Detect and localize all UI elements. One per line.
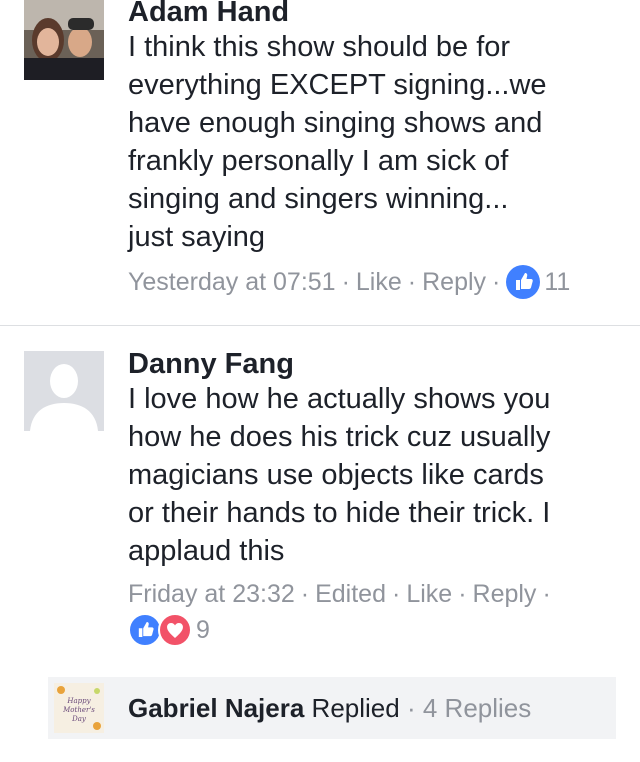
love-reaction-icon — [158, 612, 192, 647]
svg-text:Mother's: Mother's — [62, 706, 95, 714]
reply-verb: Replied — [311, 693, 400, 723]
edited-label[interactable]: Edited — [315, 577, 386, 611]
reaction-count: 9 — [196, 615, 210, 644]
avatar[interactable] — [24, 0, 104, 80]
comment-text: I think this show should be for everythi… — [128, 31, 547, 253]
svg-text:Happy: Happy — [66, 697, 91, 705]
comment-meta: Friday at 23:32 · Edited · Like · Reply · — [128, 576, 620, 611]
comment-author[interactable]: Danny Fang — [128, 348, 620, 380]
like-reaction-icon — [128, 612, 162, 647]
comment-divider — [0, 325, 640, 326]
comment-timestamp[interactable]: Friday at 23:32 — [128, 577, 295, 611]
reply-author-name[interactable]: Gabriel Najera — [128, 693, 304, 723]
avatar-photo — [24, 0, 104, 80]
comment-text: I love how he actually shows you how he … — [128, 383, 551, 567]
like-reaction-icon[interactable] — [506, 265, 541, 300]
reply-link[interactable]: Reply — [473, 577, 537, 611]
comment-author[interactable]: Adam Hand — [128, 0, 620, 28]
reply-separator: · — [406, 693, 416, 723]
like-link[interactable]: Like — [356, 265, 402, 299]
like-link[interactable]: Like — [406, 577, 452, 611]
reply-author-avatar: Happy Mother's Day — [54, 683, 104, 733]
reply-thread-bar[interactable]: Happy Mother's Day Gabriel Najera Replie… — [48, 677, 616, 739]
reply-summary[interactable]: Gabriel Najera Replied · 4 Replies — [128, 691, 531, 725]
avatar[interactable] — [24, 351, 104, 431]
comment-timestamp[interactable]: Yesterday at 07:51 — [128, 265, 336, 299]
reactions-row[interactable]: 9 — [128, 611, 620, 647]
comment-meta: Yesterday at 07:51 · Like · Reply · 11 — [128, 264, 620, 300]
default-profile-icon — [24, 351, 104, 431]
reaction-count[interactable]: 11 — [544, 265, 570, 299]
svg-text:Day: Day — [71, 715, 87, 723]
reply-link[interactable]: Reply — [422, 265, 486, 299]
reply-count[interactable]: 4 Replies — [423, 693, 531, 723]
